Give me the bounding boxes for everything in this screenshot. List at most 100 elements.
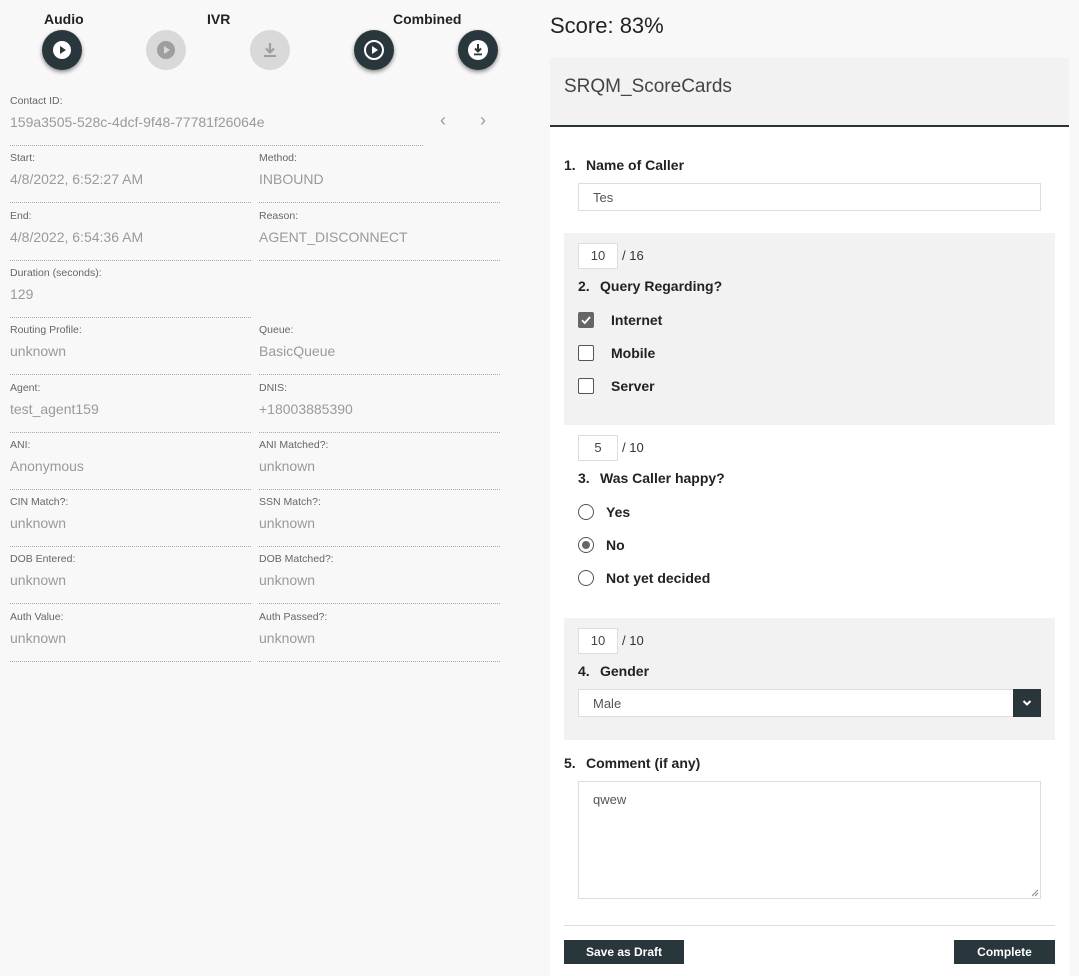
dnis-value: +18003885390: [259, 401, 353, 417]
q3-option-no[interactable]: No: [578, 536, 625, 554]
agent-value: test_agent159: [10, 401, 99, 417]
dob-entered-value: unknown: [10, 572, 67, 588]
queue-value: BasicQueue: [259, 343, 336, 359]
ivr-play-button[interactable]: [146, 30, 186, 70]
q1-number: 1.: [564, 157, 576, 173]
routing-profile-value: unknown: [10, 343, 67, 359]
ani-matched-field: ANI Matched?: unknown: [259, 439, 500, 490]
q3-option-label: Not yet decided: [606, 570, 711, 586]
ivr-label: IVR: [207, 11, 231, 27]
gender-select[interactable]: Male: [578, 689, 1041, 717]
ani-value: Anonymous: [10, 458, 84, 474]
download-icon: [264, 43, 276, 57]
q2-option-internet[interactable]: Internet: [578, 311, 662, 329]
cin-match-field: CIN Match?: unknown: [10, 496, 251, 547]
save-draft-button[interactable]: Save as Draft: [564, 940, 684, 964]
cin-match-label: CIN Match?:: [10, 496, 69, 508]
combined-play-button[interactable]: [354, 30, 394, 70]
comment-text: qwew: [593, 792, 627, 807]
ani-matched-label: ANI Matched?:: [259, 439, 329, 451]
end-field: End: 4/8/2022, 6:54:36 AM: [10, 210, 251, 261]
q2-option-mobile[interactable]: Mobile: [578, 344, 655, 362]
q3-option-label: No: [606, 537, 625, 553]
combined-download-button[interactable]: [458, 30, 498, 70]
auth-value-value: unknown: [10, 630, 67, 646]
audio-play-button[interactable]: [42, 30, 82, 70]
caller-name-input[interactable]: Tes: [578, 183, 1041, 211]
q4-score-max: / 10: [622, 633, 644, 648]
radio-dot: [582, 541, 590, 549]
start-value: 4/8/2022, 6:52:27 AM: [10, 171, 144, 187]
routing-profile-label: Routing Profile:: [10, 324, 82, 336]
checkbox-unchecked[interactable]: [578, 345, 594, 361]
q3-option-not-decided[interactable]: Not yet decided: [578, 569, 710, 587]
q2-option-label: Server: [611, 378, 655, 394]
contact-id-field: Contact ID: 159a3505-528c-4dcf-9f48-7778…: [10, 95, 423, 146]
checkbox-unchecked[interactable]: [578, 378, 594, 394]
q4-text: Gender: [600, 663, 650, 679]
q3-score-max: / 10: [622, 440, 644, 455]
scorecard-title: SRQM_ScoreCards: [564, 76, 732, 97]
auth-value-label: Auth Value:: [10, 611, 64, 623]
contact-id-label: Contact ID:: [10, 95, 63, 107]
radio-unselected[interactable]: [578, 504, 594, 520]
chevron-right-icon[interactable]: ›: [480, 111, 486, 129]
radio-unselected[interactable]: [578, 570, 594, 586]
q1-title: 1. Name of Caller: [564, 157, 684, 173]
scorecard-card: SRQM_ScoreCards 1. Name of Caller Tes 10 …: [550, 58, 1069, 976]
ivr-download-button[interactable]: [250, 30, 290, 70]
method-label: Method:: [259, 152, 297, 164]
q2-text: Query Regarding?: [600, 278, 723, 294]
q4-score-input[interactable]: 10: [578, 628, 618, 654]
q3-number: 3.: [578, 470, 590, 486]
method-field: Method: INBOUND: [259, 152, 500, 203]
ani-matched-value: unknown: [259, 458, 316, 474]
reason-value: AGENT_DISCONNECT: [259, 229, 408, 245]
chevron-left-icon[interactable]: ‹: [440, 111, 446, 129]
auth-passed-label: Auth Passed?:: [259, 611, 328, 623]
q5-text: Comment (if any): [586, 755, 701, 771]
q2-option-server[interactable]: Server: [578, 377, 655, 395]
checkbox-checked[interactable]: [578, 312, 594, 328]
radio-selected[interactable]: [578, 537, 594, 553]
dnis-label: DNIS:: [259, 382, 288, 394]
reason-field: Reason: AGENT_DISCONNECT: [259, 210, 500, 261]
queue-field: Queue: BasicQueue: [259, 324, 500, 375]
duration-field: Duration (seconds): 129: [10, 267, 251, 318]
q2-option-label: Internet: [611, 312, 663, 328]
q3-text: Was Caller happy?: [600, 470, 725, 486]
q2-option-label: Mobile: [611, 345, 656, 361]
start-label: Start:: [10, 152, 36, 164]
download-circle-icon: [468, 40, 488, 60]
check-icon: [581, 316, 591, 325]
q3-score-input[interactable]: 5: [578, 435, 618, 461]
dob-matched-label: DOB Matched?:: [259, 553, 334, 565]
q5-title: 5. Comment (if any): [564, 755, 700, 771]
comment-textarea[interactable]: qwew: [578, 781, 1041, 899]
gender-select-toggle[interactable]: [1013, 689, 1041, 717]
gender-select-value: Male: [593, 696, 622, 711]
method-value: INBOUND: [259, 171, 324, 187]
cin-match-value: unknown: [10, 515, 67, 531]
reason-label: Reason:: [259, 210, 299, 222]
q1-text: Name of Caller: [586, 157, 685, 173]
complete-button[interactable]: Complete: [954, 940, 1055, 964]
duration-label: Duration (seconds):: [10, 267, 102, 279]
q3-option-label: Yes: [606, 504, 631, 520]
q3-option-yes[interactable]: Yes: [578, 503, 630, 521]
end-value: 4/8/2022, 6:54:36 AM: [10, 229, 144, 245]
duration-value: 129: [10, 286, 34, 302]
q2-score-input[interactable]: 10: [578, 243, 618, 269]
end-label: End:: [10, 210, 32, 222]
q3-title: 3. Was Caller happy?: [578, 470, 725, 486]
q2-score-max: / 16: [622, 248, 644, 263]
q4-title: 4. Gender: [578, 663, 649, 679]
q4-section: 10 / 10 4. Gender Male: [564, 618, 1055, 740]
ssn-match-label: SSN Match?:: [259, 496, 321, 508]
agent-field: Agent: test_agent159: [10, 382, 251, 433]
q2-number: 2.: [578, 278, 590, 294]
ani-label: ANI:: [10, 439, 31, 451]
resize-handle-icon[interactable]: [1031, 889, 1039, 897]
contact-id-value: 159a3505-528c-4dcf-9f48-77781f26064e: [10, 114, 265, 130]
play-icon: [157, 41, 175, 59]
